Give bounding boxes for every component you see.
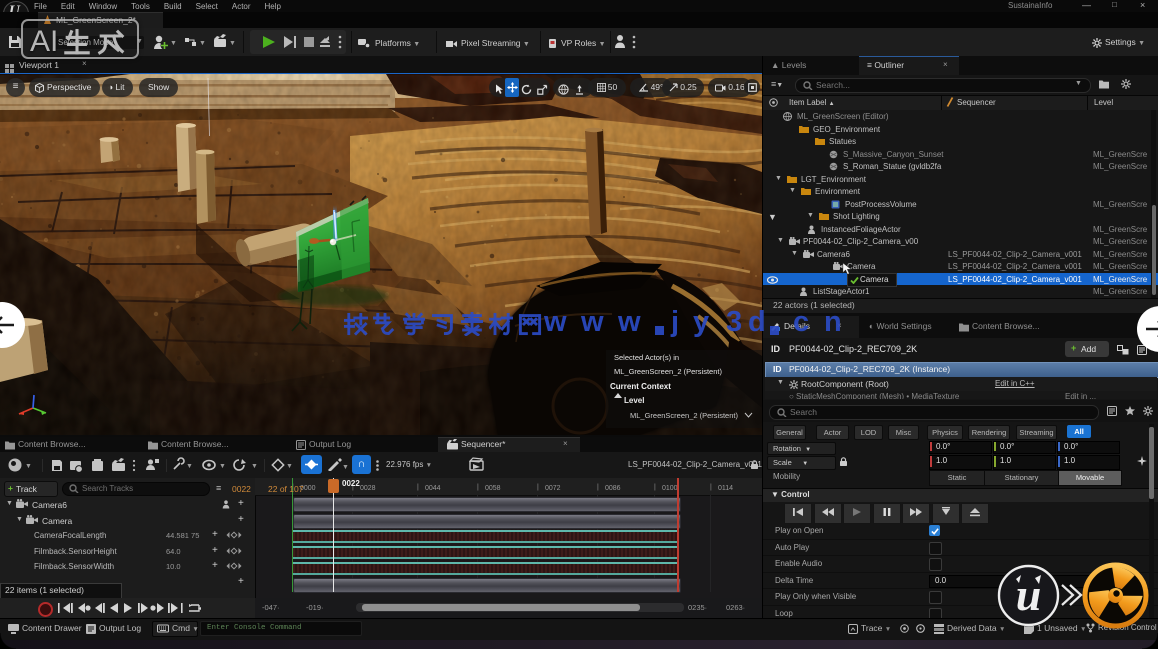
svg-text:▼: ▼: [186, 463, 193, 470]
svg-text:ML_GreenScreen_2 (Persistent): ML_GreenScreen_2 (Persistent): [614, 367, 722, 376]
svg-text:Selected Actor(s) in: Selected Actor(s) in: [614, 353, 679, 362]
svg-text:▼: ▼: [25, 463, 32, 470]
svg-text:▼: ▼: [170, 40, 177, 47]
svg-text:Level: Level: [624, 396, 644, 405]
svg-text:▼: ▼: [286, 463, 293, 470]
svg-text:▼: ▼: [219, 463, 226, 470]
svg-text:ML_GreenScreen_2 (Persistent): ML_GreenScreen_2 (Persistent): [630, 411, 738, 420]
svg-text:▼: ▼: [199, 40, 206, 47]
svg-text:Current Context: Current Context: [610, 382, 671, 391]
svg-text:▼: ▼: [229, 40, 236, 47]
svg-text:▼: ▼: [251, 463, 258, 470]
svg-text:▼: ▼: [342, 464, 349, 471]
